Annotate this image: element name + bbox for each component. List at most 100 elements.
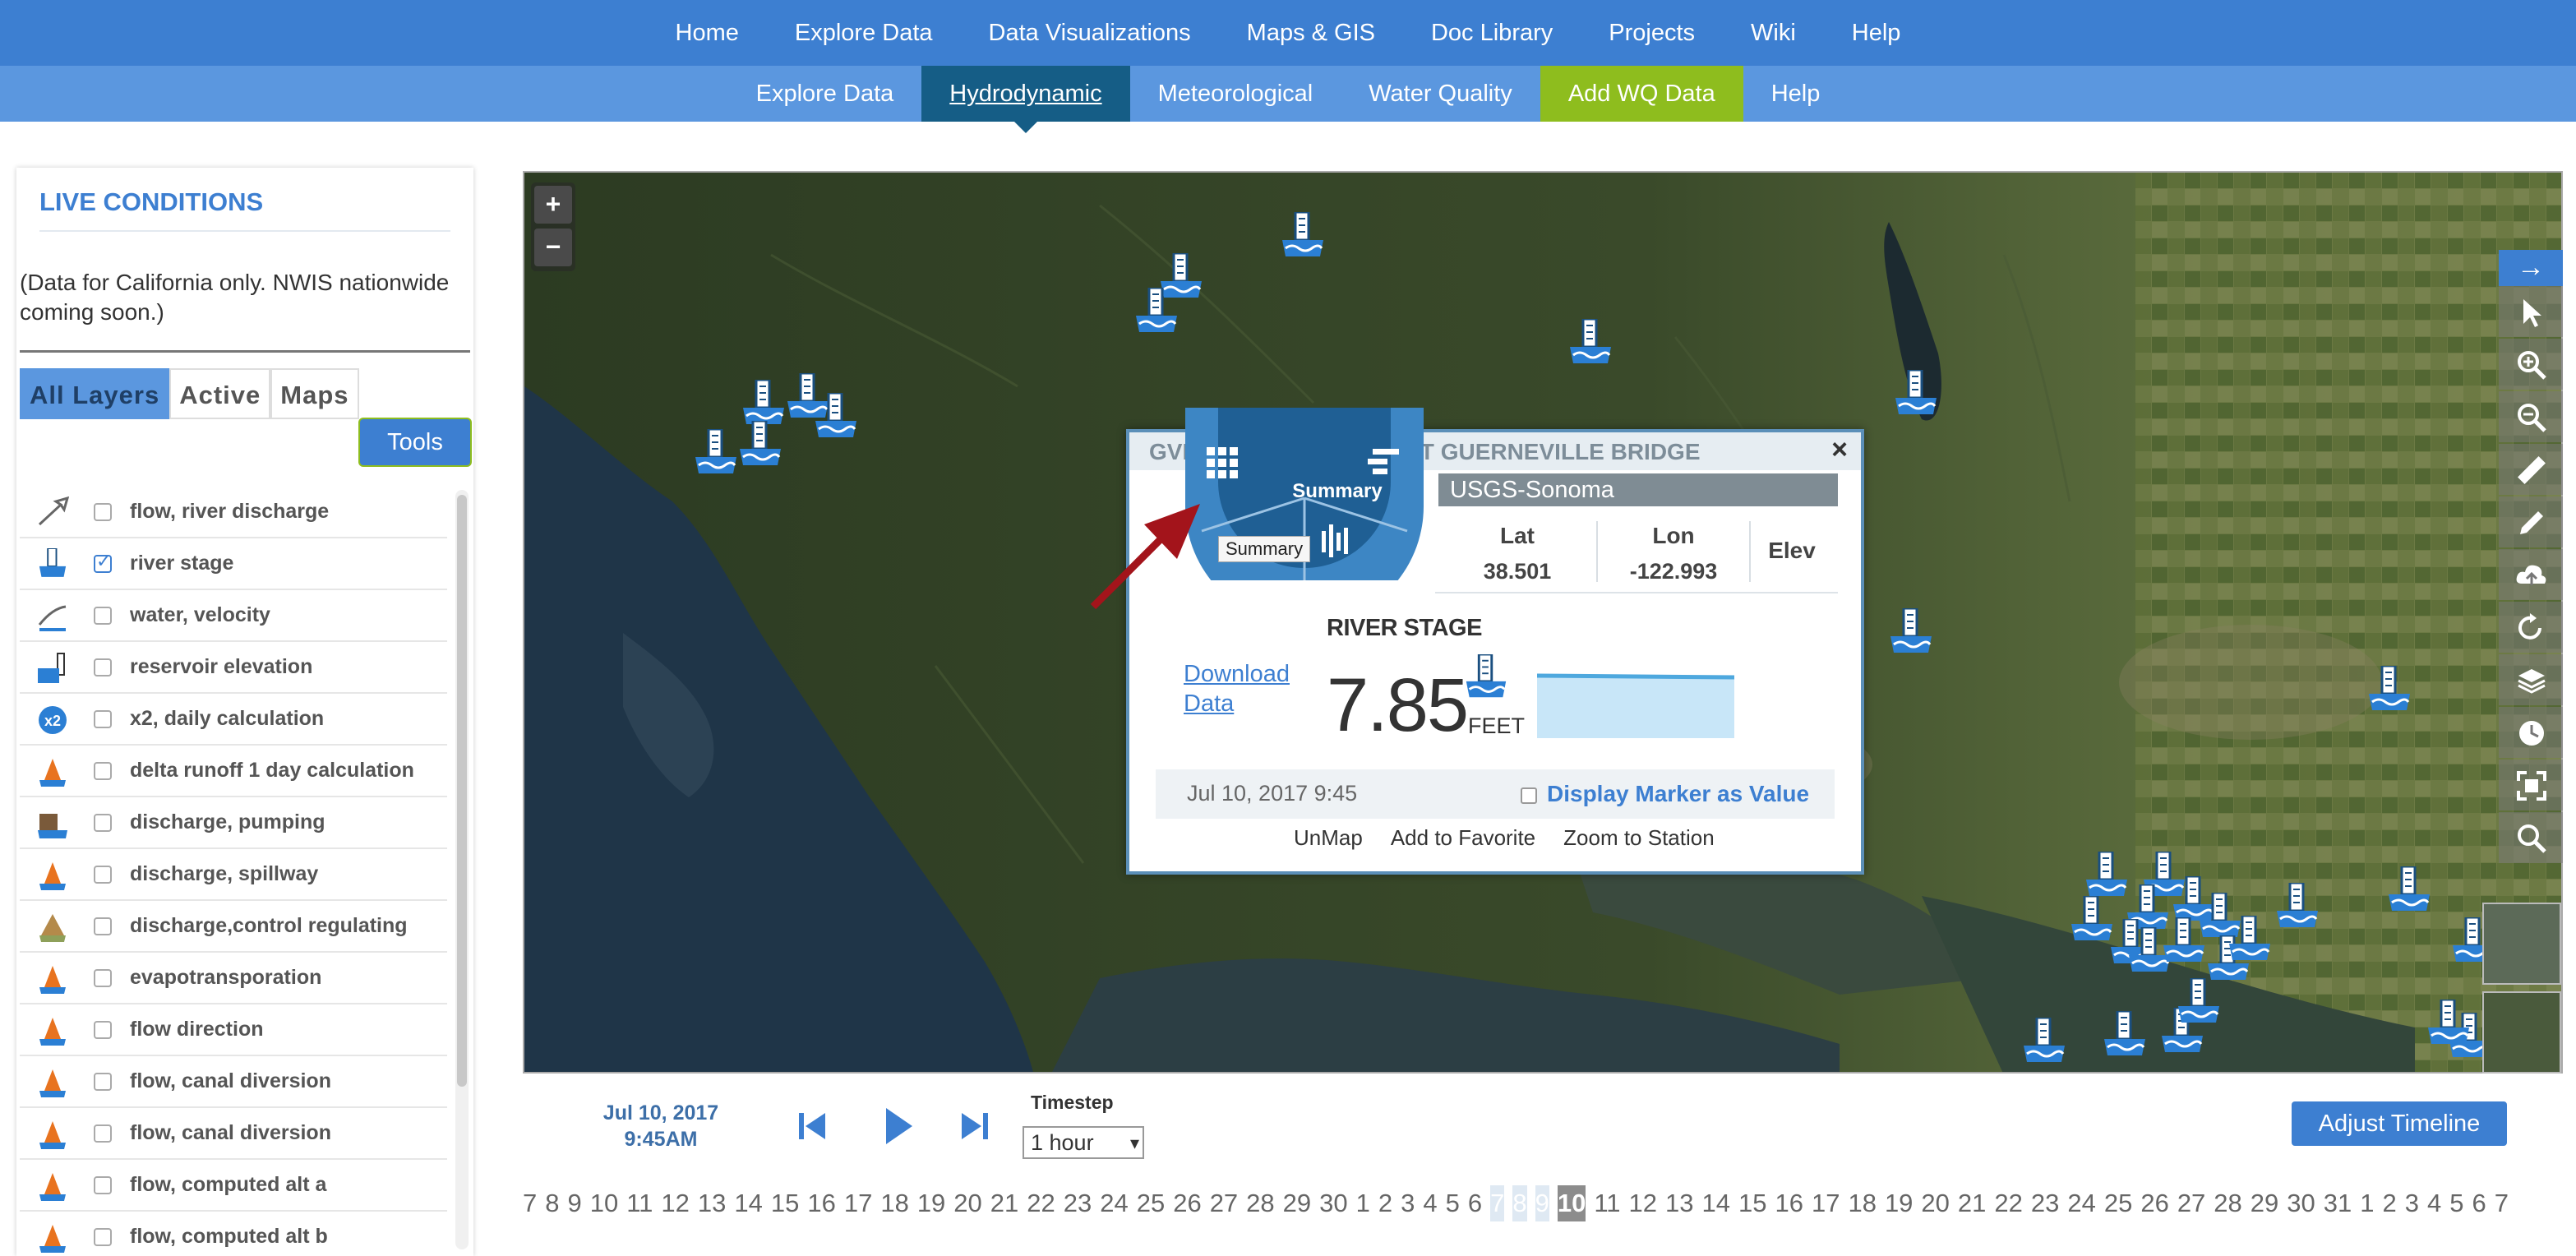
timeline-day[interactable]: 13	[1665, 1185, 1693, 1221]
timeline-day[interactable]: 15	[1738, 1185, 1766, 1221]
subnav-item-water-quality[interactable]: Water Quality	[1341, 66, 1540, 122]
layer-row[interactable]: flow, computed alt a	[20, 1160, 447, 1212]
layer-row[interactable]: flow, canal diversion	[20, 1056, 447, 1108]
timeline-day[interactable]: 26	[1173, 1185, 1201, 1221]
layer-checkbox[interactable]	[94, 658, 112, 676]
nav-item-data-visualizations[interactable]: Data Visualizations	[961, 20, 1219, 47]
timestep-select[interactable]: 1 hour	[1023, 1126, 1144, 1159]
layer-row[interactable]: discharge, pumping	[20, 797, 447, 849]
layer-checkbox[interactable]	[94, 710, 112, 728]
timeline-day[interactable]: 2	[1378, 1185, 1392, 1221]
clock-tool-button[interactable]	[2499, 707, 2563, 758]
layer-row[interactable]: x2 x2, daily calculation	[20, 694, 447, 746]
station-marker[interactable]	[2367, 666, 2412, 717]
timeline-day[interactable]: 21	[1958, 1185, 1986, 1221]
layer-row[interactable]: reservoir elevation	[20, 642, 447, 694]
tab-maps[interactable]: Maps	[270, 368, 359, 419]
search-tool-button[interactable]	[2499, 812, 2563, 863]
timeline-day[interactable]: 4	[1423, 1185, 1437, 1221]
timeline-day[interactable]: 4	[2427, 1185, 2441, 1221]
station-marker[interactable]	[2275, 883, 2320, 934]
nav-item-explore-data[interactable]: Explore Data	[767, 20, 961, 47]
tab-all-layers[interactable]: All Layers	[20, 368, 170, 419]
layer-checkbox[interactable]	[94, 1124, 112, 1143]
timeline-day[interactable]: 7	[2495, 1185, 2509, 1221]
layer-checkbox[interactable]	[94, 503, 112, 521]
timeline-day[interactable]: 18	[880, 1185, 908, 1221]
nav-item-projects[interactable]: Projects	[1581, 20, 1723, 47]
timeline-day[interactable]: 3	[1401, 1185, 1415, 1221]
nav-item-doc-library[interactable]: Doc Library	[1403, 20, 1581, 47]
timeline-day[interactable]: 23	[2031, 1185, 2059, 1221]
layer-row[interactable]: flow, canal diversion	[20, 1108, 447, 1160]
add-favorite-link[interactable]: Add to Favorite	[1391, 825, 1535, 851]
station-marker[interactable]	[2426, 1000, 2471, 1051]
unmap-link[interactable]: UnMap	[1294, 825, 1363, 851]
play-icon[interactable]	[879, 1105, 916, 1147]
timeline-day[interactable]: 29	[1283, 1185, 1311, 1221]
timeline-day[interactable]: 21	[990, 1185, 1018, 1221]
basemap-thumbnail-satellite[interactable]	[2482, 991, 2561, 1074]
timeline-day[interactable]: 18	[1848, 1185, 1876, 1221]
station-marker[interactable]	[694, 429, 738, 480]
timeline-day[interactable]: 23	[1064, 1185, 1092, 1221]
timeline-day[interactable]: 11	[1594, 1185, 1620, 1221]
timeline-day[interactable]: 10	[590, 1185, 618, 1221]
timeline-day[interactable]: 31	[2324, 1185, 2352, 1221]
layers-tool-button[interactable]	[2499, 654, 2563, 705]
layer-checkbox[interactable]	[94, 866, 112, 884]
layer-checkbox[interactable]	[94, 552, 112, 573]
nav-item-wiki[interactable]: Wiki	[1723, 20, 1824, 47]
layer-checkbox[interactable]	[94, 917, 112, 935]
pencil-tool-button[interactable]	[2499, 496, 2563, 547]
step-forward-icon[interactable]	[957, 1105, 993, 1147]
timeline-day[interactable]: 12	[1629, 1185, 1657, 1221]
timeline-day[interactable]: 7	[1490, 1185, 1505, 1221]
timeline-day[interactable]: 24	[1100, 1185, 1128, 1221]
layer-checkbox[interactable]	[94, 762, 112, 780]
close-icon[interactable]: ×	[1831, 434, 1848, 466]
timeline-day[interactable]: 28	[2214, 1185, 2241, 1221]
subnav-item-meteorological[interactable]: Meteorological	[1130, 66, 1341, 122]
layer-checkbox[interactable]	[94, 1176, 112, 1194]
step-back-icon[interactable]	[794, 1105, 830, 1147]
layer-checkbox[interactable]	[94, 1021, 112, 1039]
timeline-day[interactable]: 19	[1885, 1185, 1913, 1221]
station-marker[interactable]	[2022, 1018, 2066, 1069]
station-marker[interactable]	[2084, 852, 2129, 903]
station-marker[interactable]	[1568, 319, 1613, 370]
timeline-day[interactable]: 27	[1210, 1185, 1238, 1221]
timeline-day[interactable]: 22	[1994, 1185, 2022, 1221]
layer-checkbox[interactable]	[94, 1073, 112, 1091]
station-marker[interactable]	[814, 393, 858, 444]
layer-row[interactable]: discharge,control regulating	[20, 901, 447, 953]
layer-row[interactable]: water, velocity	[20, 590, 447, 642]
timeline-day[interactable]: 11	[626, 1185, 653, 1221]
timeline-day[interactable]: 14	[1702, 1185, 1730, 1221]
station-marker[interactable]	[2177, 978, 2221, 1029]
layer-row[interactable]: evapotransporation	[20, 953, 447, 1004]
station-marker[interactable]	[1889, 608, 1933, 659]
station-marker[interactable]	[2227, 916, 2272, 967]
timeline-day[interactable]: 20	[1921, 1185, 1949, 1221]
timeline-day[interactable]: 20	[953, 1185, 981, 1221]
layer-row[interactable]: discharge, spillway	[20, 849, 447, 901]
timeline-day[interactable]: 25	[2104, 1185, 2132, 1221]
layer-checkbox[interactable]	[94, 814, 112, 832]
zoom-in-button[interactable]: +	[534, 186, 572, 224]
timeline-day[interactable]: 25	[1137, 1185, 1165, 1221]
collapse-toolbar-button[interactable]: →	[2499, 250, 2563, 286]
display-marker-checkbox[interactable]	[1521, 787, 1537, 804]
timeline-day[interactable]: 30	[2287, 1185, 2315, 1221]
station-marker[interactable]	[2103, 1011, 2147, 1062]
layer-checkbox[interactable]	[94, 607, 112, 625]
refresh-tool-button[interactable]	[2499, 602, 2563, 653]
timeline-day[interactable]: 19	[917, 1185, 945, 1221]
basemap-thumbnail-terrain[interactable]	[2482, 903, 2561, 985]
station-marker[interactable]	[2387, 866, 2431, 917]
timeline-day[interactable]: 1	[2360, 1185, 2374, 1221]
cloud-upload-tool-button[interactable]	[2499, 549, 2563, 600]
ruler-tool-button[interactable]	[2499, 444, 2563, 495]
timeline-day[interactable]: 6	[2472, 1185, 2486, 1221]
fullscreen-tool-button[interactable]	[2499, 760, 2563, 810]
